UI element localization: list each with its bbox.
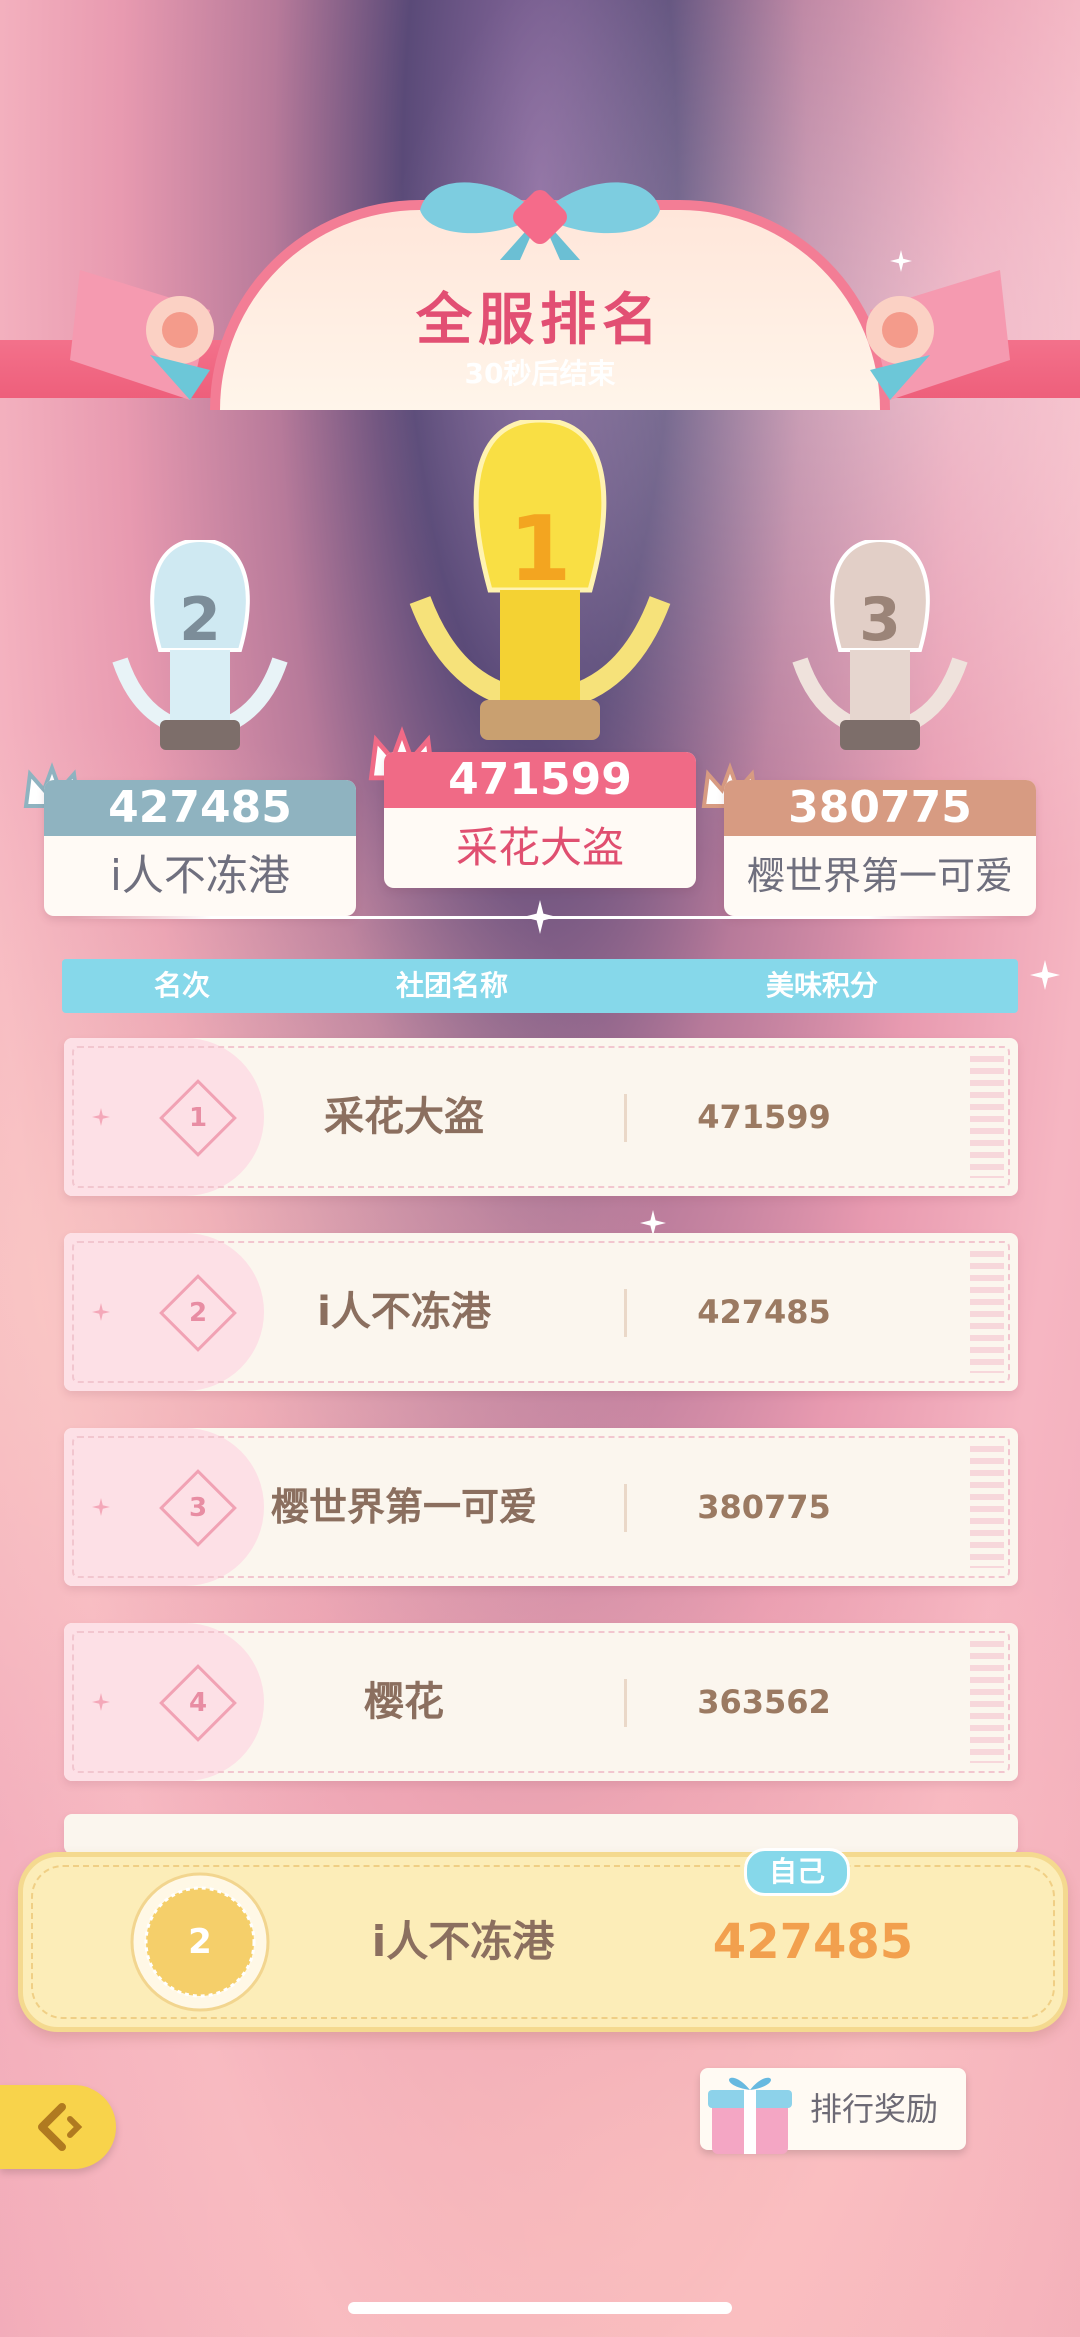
star-icon bbox=[92, 1693, 110, 1711]
back-button[interactable] bbox=[0, 2085, 116, 2169]
countdown-text: 30秒后结束 bbox=[464, 357, 616, 390]
page-title: 全服排名 bbox=[416, 288, 664, 353]
header-banner: 全服排名 30秒后结束 bbox=[0, 130, 1080, 410]
row-decoration bbox=[970, 1641, 1004, 1763]
star-icon bbox=[92, 1108, 110, 1126]
svg-text:3: 3 bbox=[859, 585, 901, 655]
row-separator bbox=[624, 1679, 627, 1727]
podium-name: 采花大盗 bbox=[455, 823, 624, 872]
row-decoration bbox=[970, 1056, 1004, 1178]
column-header-rank: 名次 bbox=[153, 969, 210, 1002]
podium-score: 427485 bbox=[44, 780, 356, 836]
table-header: 名次 社团名称 美味积分 bbox=[62, 959, 1018, 1013]
rank-number: 2 bbox=[188, 1298, 208, 1328]
gift-icon bbox=[708, 2077, 792, 2154]
podium-card-second: 427485 i人不冻港 bbox=[44, 780, 356, 916]
club-name: 采花大盗 bbox=[324, 1094, 484, 1140]
trophy-icon-second: 2 bbox=[112, 540, 288, 750]
self-rank-row: 2 i人不冻港 427485 bbox=[18, 1852, 1068, 2032]
table-row[interactable]: 3 樱世界第一可爱 380775 bbox=[64, 1428, 1018, 1586]
star-icon bbox=[523, 900, 557, 934]
podium-card-first: 471599 采花大盗 bbox=[384, 752, 696, 888]
club-score: 363562 bbox=[697, 1683, 831, 1721]
trophy-icon-third: 3 bbox=[792, 540, 968, 750]
club-name: 樱花 bbox=[364, 1679, 444, 1725]
table-row[interactable]: 4 樱花 363562 bbox=[64, 1623, 1018, 1781]
row-decoration bbox=[970, 1446, 1004, 1568]
sparkle-icon bbox=[1030, 960, 1060, 990]
table-row[interactable]: 2 i人不冻港 427485 bbox=[64, 1233, 1018, 1391]
star-icon bbox=[92, 1303, 110, 1321]
club-score: 471599 bbox=[697, 1098, 831, 1136]
club-name: i人不冻港 bbox=[317, 1289, 491, 1335]
rank-reward-label: 排行奖励 bbox=[810, 2090, 939, 2128]
row-separator bbox=[624, 1289, 627, 1337]
star-icon bbox=[92, 1498, 110, 1516]
podium-card-third: 380775 樱世界第一可爱 bbox=[724, 780, 1036, 916]
podium-score: 471599 bbox=[384, 752, 696, 808]
row-decoration bbox=[970, 1251, 1004, 1373]
self-club-name: i人不冻港 bbox=[371, 1917, 555, 1966]
svg-text:2: 2 bbox=[179, 585, 221, 655]
self-rank-number: 2 bbox=[188, 1922, 212, 1962]
podium-score: 380775 bbox=[724, 780, 1036, 836]
club-name: 樱世界第一可爱 bbox=[270, 1485, 537, 1529]
self-tag: 自己 bbox=[744, 1848, 850, 1896]
podium-name: 樱世界第一可爱 bbox=[746, 854, 1013, 898]
bow-icon bbox=[420, 182, 660, 260]
home-indicator bbox=[348, 2302, 732, 2314]
back-arrow-icon bbox=[38, 2103, 83, 2151]
row-separator bbox=[624, 1484, 627, 1532]
club-score: 427485 bbox=[697, 1293, 831, 1331]
column-header-score: 美味积分 bbox=[765, 969, 878, 1002]
svg-text:1: 1 bbox=[509, 497, 572, 602]
column-header-name: 社团名称 bbox=[395, 969, 508, 1002]
rank-number: 4 bbox=[188, 1688, 208, 1718]
row-separator bbox=[624, 1094, 627, 1142]
rank-number: 1 bbox=[188, 1103, 208, 1133]
rank-number: 3 bbox=[188, 1493, 208, 1523]
podium-name: i人不冻港 bbox=[110, 851, 290, 900]
club-score: 380775 bbox=[697, 1488, 831, 1526]
trophy-icon-first: 1 bbox=[409, 420, 671, 740]
table-row[interactable]: 1 采花大盗 471599 bbox=[64, 1038, 1018, 1196]
table-row-partial[interactable] bbox=[64, 1814, 1018, 1854]
